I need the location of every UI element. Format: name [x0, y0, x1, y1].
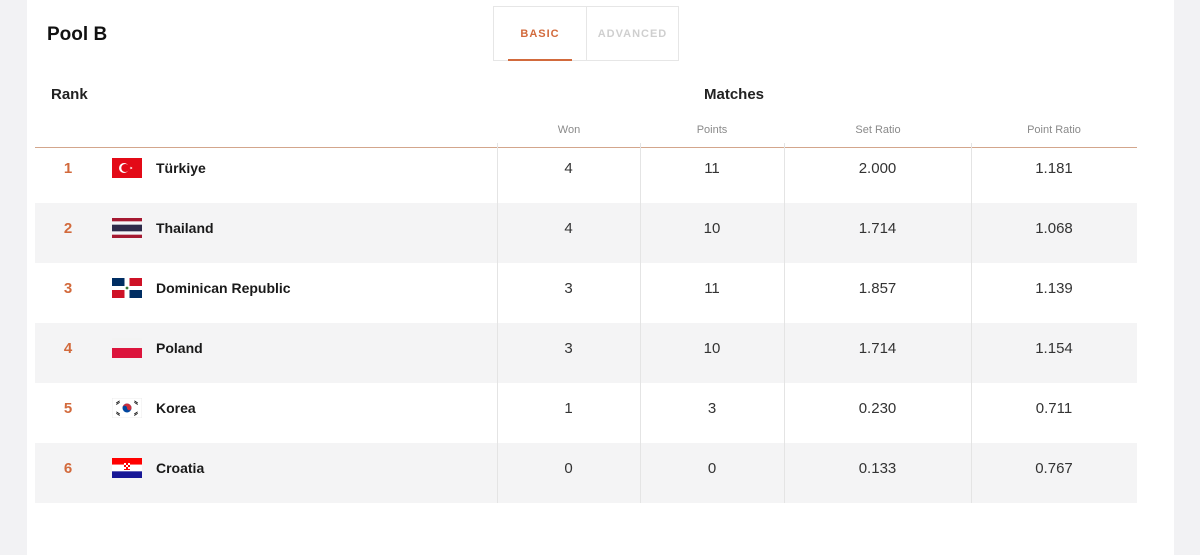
dominican-republic-flag-icon: [112, 278, 142, 298]
thailand-flag-icon: [112, 218, 142, 238]
tab-basic[interactable]: BASIC: [494, 7, 586, 61]
points-cell: 10: [703, 339, 721, 357]
country-name[interactable]: Thailand: [156, 203, 214, 253]
points-cell: 11: [704, 159, 720, 177]
point-ratio-cell: 0.711: [1035, 399, 1073, 417]
points-cell: 11: [704, 279, 720, 297]
table-row[interactable]: 3 Dominican Republic 3 11 1.857 1.139: [35, 263, 1137, 323]
won-cell: 0: [564, 459, 573, 477]
poland-flag-icon: [112, 338, 142, 358]
set-ratio-column-header[interactable]: Set Ratio: [808, 124, 948, 136]
country-name[interactable]: Dominican Republic: [156, 263, 291, 313]
rank-number: 6: [63, 459, 73, 477]
won-column-header[interactable]: Won: [499, 124, 639, 136]
set-ratio-cell: 2.000: [858, 159, 897, 177]
table-row[interactable]: 5 Korea 1 3 0.230 0.711: [35, 383, 1137, 443]
table-row[interactable]: 6 Croatia 0 0 0.133 0.767: [35, 443, 1137, 503]
set-ratio-cell: 0.230: [858, 399, 897, 417]
won-cell: 3: [564, 339, 573, 357]
country-name[interactable]: Poland: [156, 323, 203, 373]
view-tabs: BASIC ADVANCED: [493, 6, 679, 61]
country-name[interactable]: Croatia: [156, 443, 204, 493]
korea-flag-icon: [112, 398, 142, 418]
rank-header: Rank: [51, 86, 88, 103]
won-cell: 1: [564, 399, 573, 417]
set-ratio-cell: 1.857: [858, 279, 897, 297]
table-row[interactable]: 4 Poland 3 10 1.714 1.154: [35, 323, 1137, 383]
won-cell: 3: [564, 279, 573, 297]
point-ratio-cell: 1.181: [1035, 159, 1073, 177]
rank-number: 1: [63, 159, 73, 177]
turkey-flag-icon: [112, 158, 142, 178]
point-ratio-cell: 1.154: [1035, 339, 1073, 357]
point-ratio-cell: 1.068: [1035, 219, 1073, 237]
won-cell: 4: [564, 219, 573, 237]
points-column-header[interactable]: Points: [642, 124, 782, 136]
rank-number: 4: [63, 339, 73, 357]
point-ratio-cell: 1.139: [1035, 279, 1073, 297]
point-ratio-column-header[interactable]: Point Ratio: [984, 124, 1124, 136]
croatia-flag-icon: [112, 458, 142, 478]
won-cell: 4: [564, 159, 573, 177]
country-name[interactable]: Korea: [156, 383, 196, 433]
points-cell: 10: [703, 219, 721, 237]
set-ratio-cell: 0.133: [858, 459, 897, 477]
matches-header: Matches: [704, 86, 765, 103]
set-ratio-cell: 1.714: [858, 339, 897, 357]
rank-number: 5: [63, 399, 73, 417]
country-name[interactable]: Türkiye: [156, 143, 206, 193]
rank-number: 2: [63, 219, 73, 237]
rank-number: 3: [63, 279, 73, 297]
table-row[interactable]: 1 Türkiye 4 11 2.000 1.181: [35, 143, 1137, 203]
tab-advanced[interactable]: ADVANCED: [586, 7, 678, 60]
point-ratio-cell: 0.767: [1035, 459, 1073, 477]
points-cell: 3: [707, 399, 717, 417]
set-ratio-cell: 1.714: [858, 219, 897, 237]
points-cell: 0: [707, 459, 717, 477]
table-row[interactable]: 2 Thailand 4 10 1.714 1.068: [35, 203, 1137, 263]
pool-title: Pool B: [47, 24, 108, 45]
